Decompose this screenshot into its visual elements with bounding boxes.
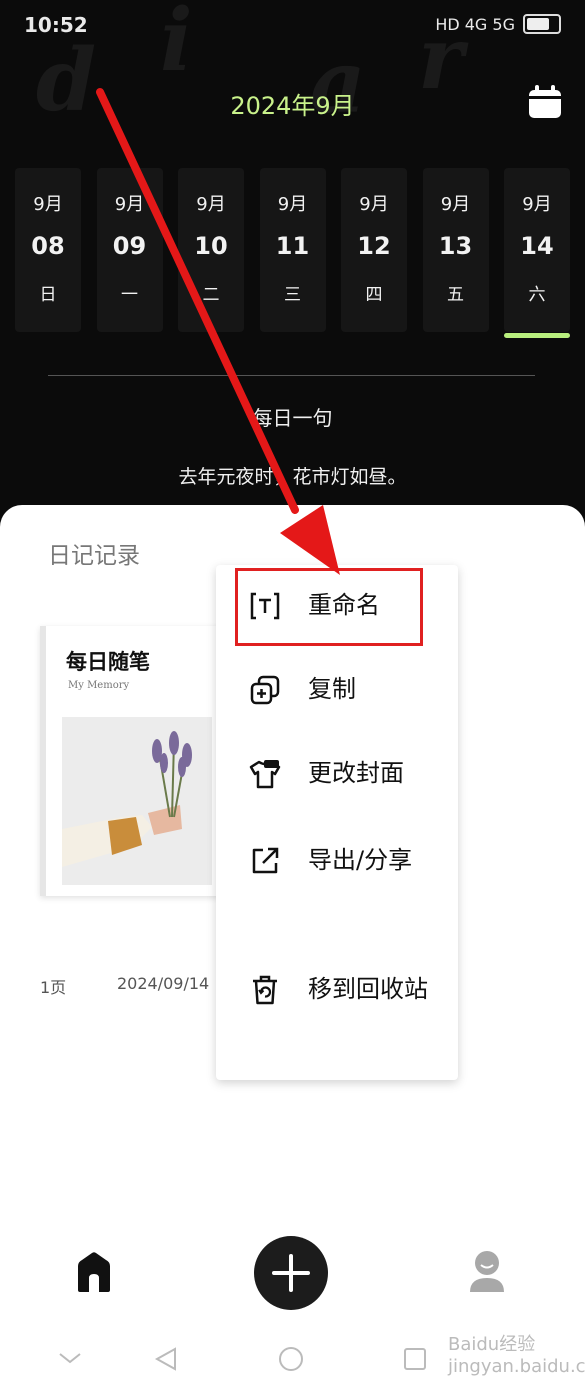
day-weekday: 三 <box>284 285 301 305</box>
menu-label-copy: 复制 <box>308 675 356 703</box>
day-number: 09 <box>112 232 147 260</box>
menu-item-move-to-trash[interactable]: 移到回收站 <box>216 967 458 1012</box>
quote-title: 每日一句 <box>252 406 333 430</box>
day-month: 9月 <box>440 194 471 215</box>
battery-icon <box>523 14 561 34</box>
trash-icon <box>253 975 277 1004</box>
day-card-08[interactable]: 9月 08 日 <box>15 168 81 332</box>
day-weekday: 日 <box>39 285 57 305</box>
day-card-11[interactable]: 9月 11 三 <box>259 168 326 332</box>
recents-icon[interactable] <box>404 1348 426 1370</box>
book-subtitle: My Memory <box>68 680 130 691</box>
day-month: 9月 <box>196 194 226 215</box>
menu-item-copy[interactable]: 复制 <box>216 667 458 712</box>
calendar-icon[interactable] <box>527 84 563 120</box>
share-icon <box>252 847 279 873</box>
day-weekday: 二 <box>202 285 220 305</box>
quote-text: 去年元夜时，花市灯如昼。 <box>178 466 407 488</box>
day-card-10[interactable]: 9月 10 二 <box>178 168 244 332</box>
day-weekday: 四 <box>365 285 383 305</box>
month-title[interactable]: 2024年9月 <box>0 86 585 121</box>
day-weekday: 一 <box>121 285 138 305</box>
day-card-14-selected[interactable]: 9月 14 六 <box>504 168 570 338</box>
week-strip: 9月 08 日 9月 09 一 9月 10 二 9月 11 三 9月 12 四 … <box>15 168 570 338</box>
menu-label-change-cover: 更改封面 <box>308 759 404 787</box>
home-icon[interactable] <box>74 1250 114 1294</box>
book-title: 每日随笔 <box>66 649 150 674</box>
day-month: 9月 <box>114 194 145 215</box>
day-number: 08 <box>31 232 65 260</box>
day-weekday: 五 <box>447 285 464 305</box>
plus-icon <box>272 1254 310 1292</box>
divider <box>48 375 535 376</box>
day-number: 11 <box>275 232 310 260</box>
day-month: 9月 <box>359 194 389 215</box>
rename-highlight-box <box>235 568 423 646</box>
day-card-13[interactable]: 9月 13 五 <box>422 168 489 332</box>
day-number: 14 <box>520 232 554 260</box>
bottom-nav <box>0 1232 585 1312</box>
bg-letter-i: i <box>160 0 193 91</box>
menu-item-change-cover[interactable]: 更改封面 <box>216 751 458 796</box>
menu-label-export-share: 导出/分享 <box>308 846 413 874</box>
day-weekday: 六 <box>528 285 546 305</box>
add-button[interactable] <box>254 1236 328 1310</box>
home-system-icon[interactable] <box>279 1347 303 1371</box>
day-card-12[interactable]: 9月 12 四 <box>341 168 407 332</box>
user-icon[interactable] <box>468 1248 506 1294</box>
watermark: Baidu经验 jingyan.baidu.com <box>448 1334 585 1377</box>
collapse-icon[interactable] <box>59 1353 81 1364</box>
day-month: 9月 <box>522 194 552 215</box>
day-number: 10 <box>194 232 228 260</box>
book-cover-image <box>62 717 212 885</box>
day-card-09[interactable]: 9月 09 一 <box>96 168 163 332</box>
day-number: 13 <box>438 232 473 260</box>
book-date: 2024/09/14 <box>117 974 210 993</box>
copy-icon <box>250 675 280 704</box>
back-icon[interactable] <box>154 1347 176 1371</box>
cover-shirt-icon <box>249 759 281 788</box>
menu-item-export-share[interactable]: 导出/分享 <box>216 838 458 883</box>
day-month: 9月 <box>277 194 308 215</box>
menu-label-move-to-trash: 移到回收站 <box>308 975 428 1003</box>
sheet-title: 日记记录 <box>48 543 140 569</box>
book-pages: 1页 <box>40 978 67 997</box>
day-number: 12 <box>357 232 391 260</box>
day-month: 9月 <box>33 194 63 215</box>
